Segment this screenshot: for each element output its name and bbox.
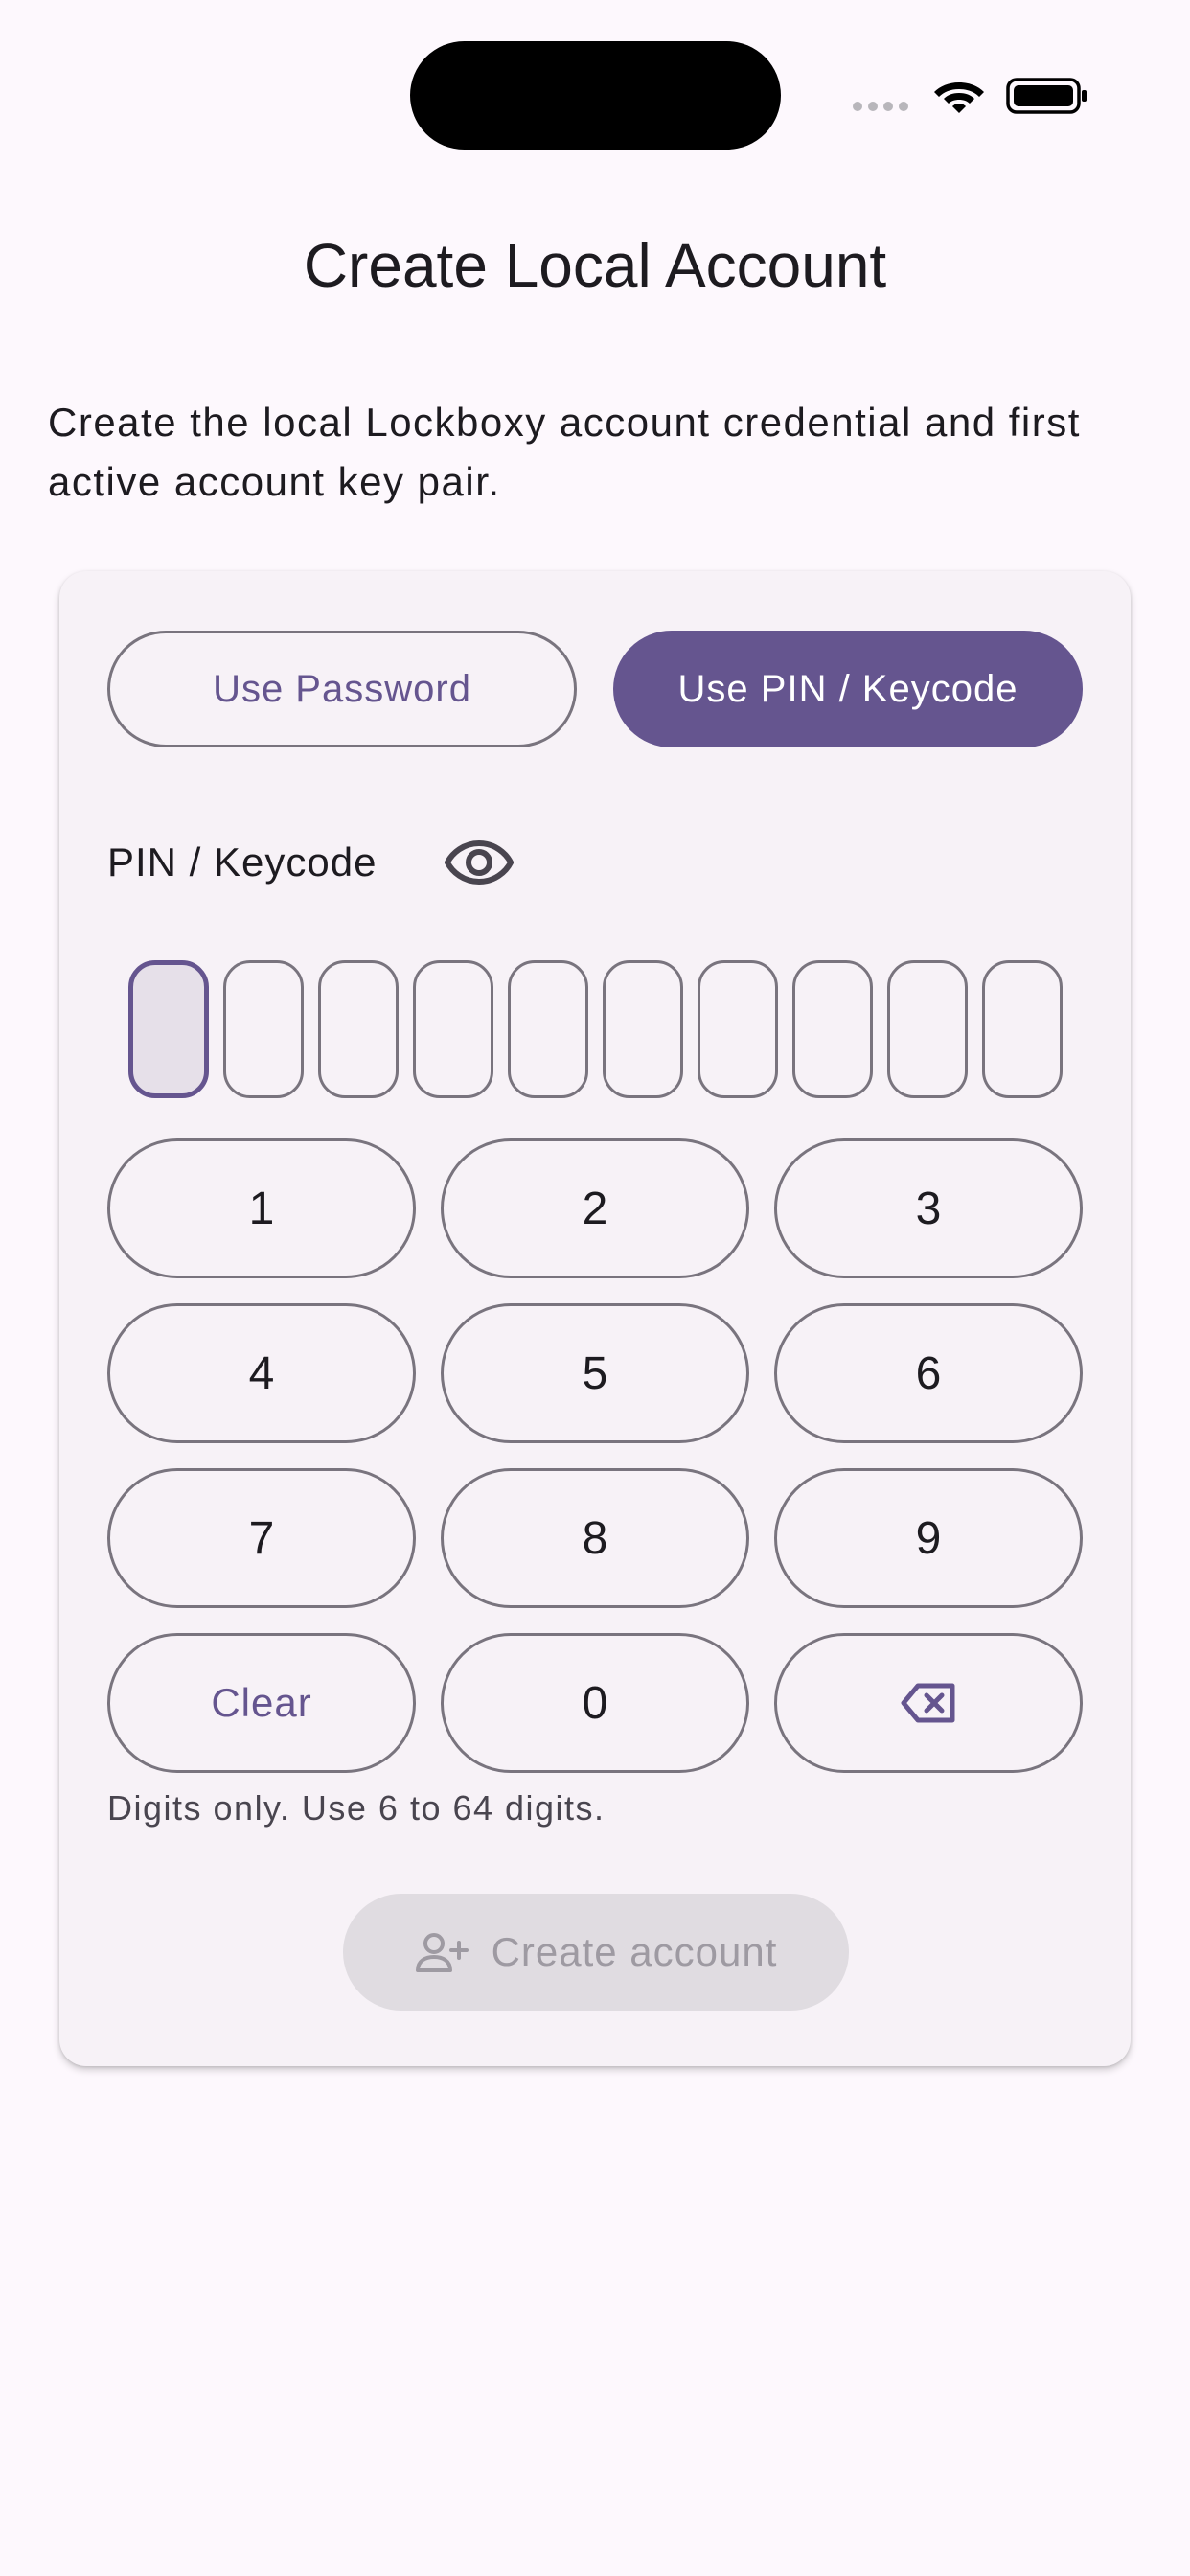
key-2-button[interactable]: 2 bbox=[441, 1138, 749, 1278]
pin-digit-box[interactable] bbox=[318, 960, 399, 1098]
page-title: Create Local Account bbox=[303, 231, 887, 300]
key-8-button[interactable]: 8 bbox=[441, 1468, 749, 1608]
person-add-icon bbox=[415, 1933, 469, 1972]
key-6-button[interactable]: 6 bbox=[774, 1303, 1083, 1443]
pin-digit-box[interactable] bbox=[982, 960, 1063, 1098]
pin-digit-box[interactable] bbox=[223, 960, 304, 1098]
create-account-label: Create account bbox=[491, 1929, 778, 1974]
wifi-icon bbox=[934, 82, 984, 113]
dynamic-island bbox=[410, 41, 781, 150]
pin-hint-text: Digits only. Use 6 to 64 digits. bbox=[107, 1788, 606, 1828]
pin-digit-box[interactable] bbox=[887, 960, 968, 1098]
clear-button[interactable]: Clear bbox=[107, 1633, 416, 1773]
backspace-icon bbox=[901, 1683, 955, 1723]
create-account-button[interactable]: Create account bbox=[343, 1894, 849, 2011]
cellular-signal-icon bbox=[853, 102, 908, 111]
eye-icon[interactable] bbox=[445, 838, 514, 887]
pin-digit-box[interactable] bbox=[603, 960, 683, 1098]
pin-label: PIN / Keycode bbox=[107, 840, 378, 885]
account-card: Use Password Use PIN / Keycode PIN / Key… bbox=[59, 571, 1131, 2066]
pin-digit-box[interactable] bbox=[508, 960, 588, 1098]
pin-digit-box[interactable] bbox=[698, 960, 778, 1098]
status-bar bbox=[0, 0, 1190, 153]
use-password-button[interactable]: Use Password bbox=[107, 631, 577, 748]
pin-digit-box[interactable] bbox=[413, 960, 493, 1098]
pin-digit-box[interactable] bbox=[792, 960, 873, 1098]
key-3-button[interactable]: 3 bbox=[774, 1138, 1083, 1278]
key-1-button[interactable]: 1 bbox=[107, 1138, 416, 1278]
key-5-button[interactable]: 5 bbox=[441, 1303, 749, 1443]
backspace-button[interactable] bbox=[774, 1633, 1083, 1773]
key-4-button[interactable]: 4 bbox=[107, 1303, 416, 1443]
pin-digit-box[interactable] bbox=[128, 960, 209, 1098]
key-7-button[interactable]: 7 bbox=[107, 1468, 416, 1608]
key-0-button[interactable]: 0 bbox=[441, 1633, 749, 1773]
intro-text: Create the local Lockboxy account creden… bbox=[48, 400, 1081, 504]
key-9-button[interactable]: 9 bbox=[774, 1468, 1083, 1608]
use-pin-button[interactable]: Use PIN / Keycode bbox=[613, 631, 1083, 748]
pin-input[interactable] bbox=[128, 960, 1063, 1098]
battery-icon bbox=[1006, 78, 1087, 114]
